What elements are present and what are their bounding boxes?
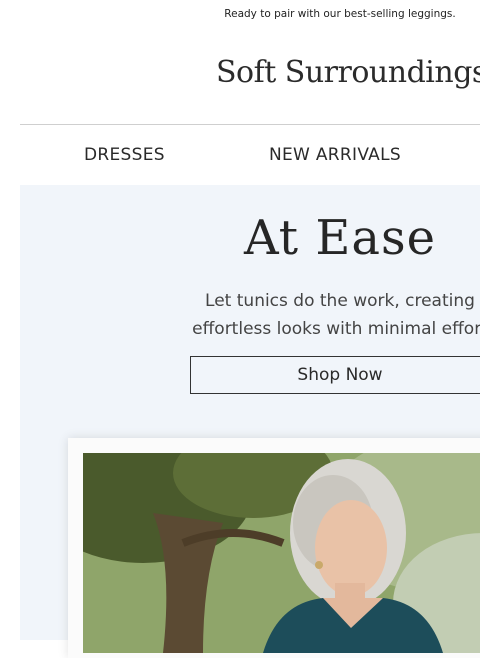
model-photo-illustration	[83, 453, 480, 653]
nav-item-dresses[interactable]: DRESSES	[84, 145, 165, 165]
preheader-text: Ready to pair with our best-selling legg…	[224, 8, 456, 20]
brand-name: Soft Surroundings	[216, 55, 480, 90]
shop-now-button[interactable]: Shop Now	[190, 356, 480, 394]
hero-image[interactable]	[83, 453, 480, 653]
hero-copy-line-2: effortless looks with minimal effort	[192, 319, 480, 339]
hero-title: At Ease	[243, 210, 437, 266]
hero-description: Let tunics do the work, creating effortl…	[0, 287, 480, 343]
nav-item-new-arrivals[interactable]: NEW ARRIVALS	[269, 145, 401, 165]
brand-logo[interactable]: Soft Surroundings®	[216, 55, 480, 90]
header-divider	[20, 124, 480, 125]
hero-copy-line-1: Let tunics do the work, creating	[205, 291, 475, 311]
